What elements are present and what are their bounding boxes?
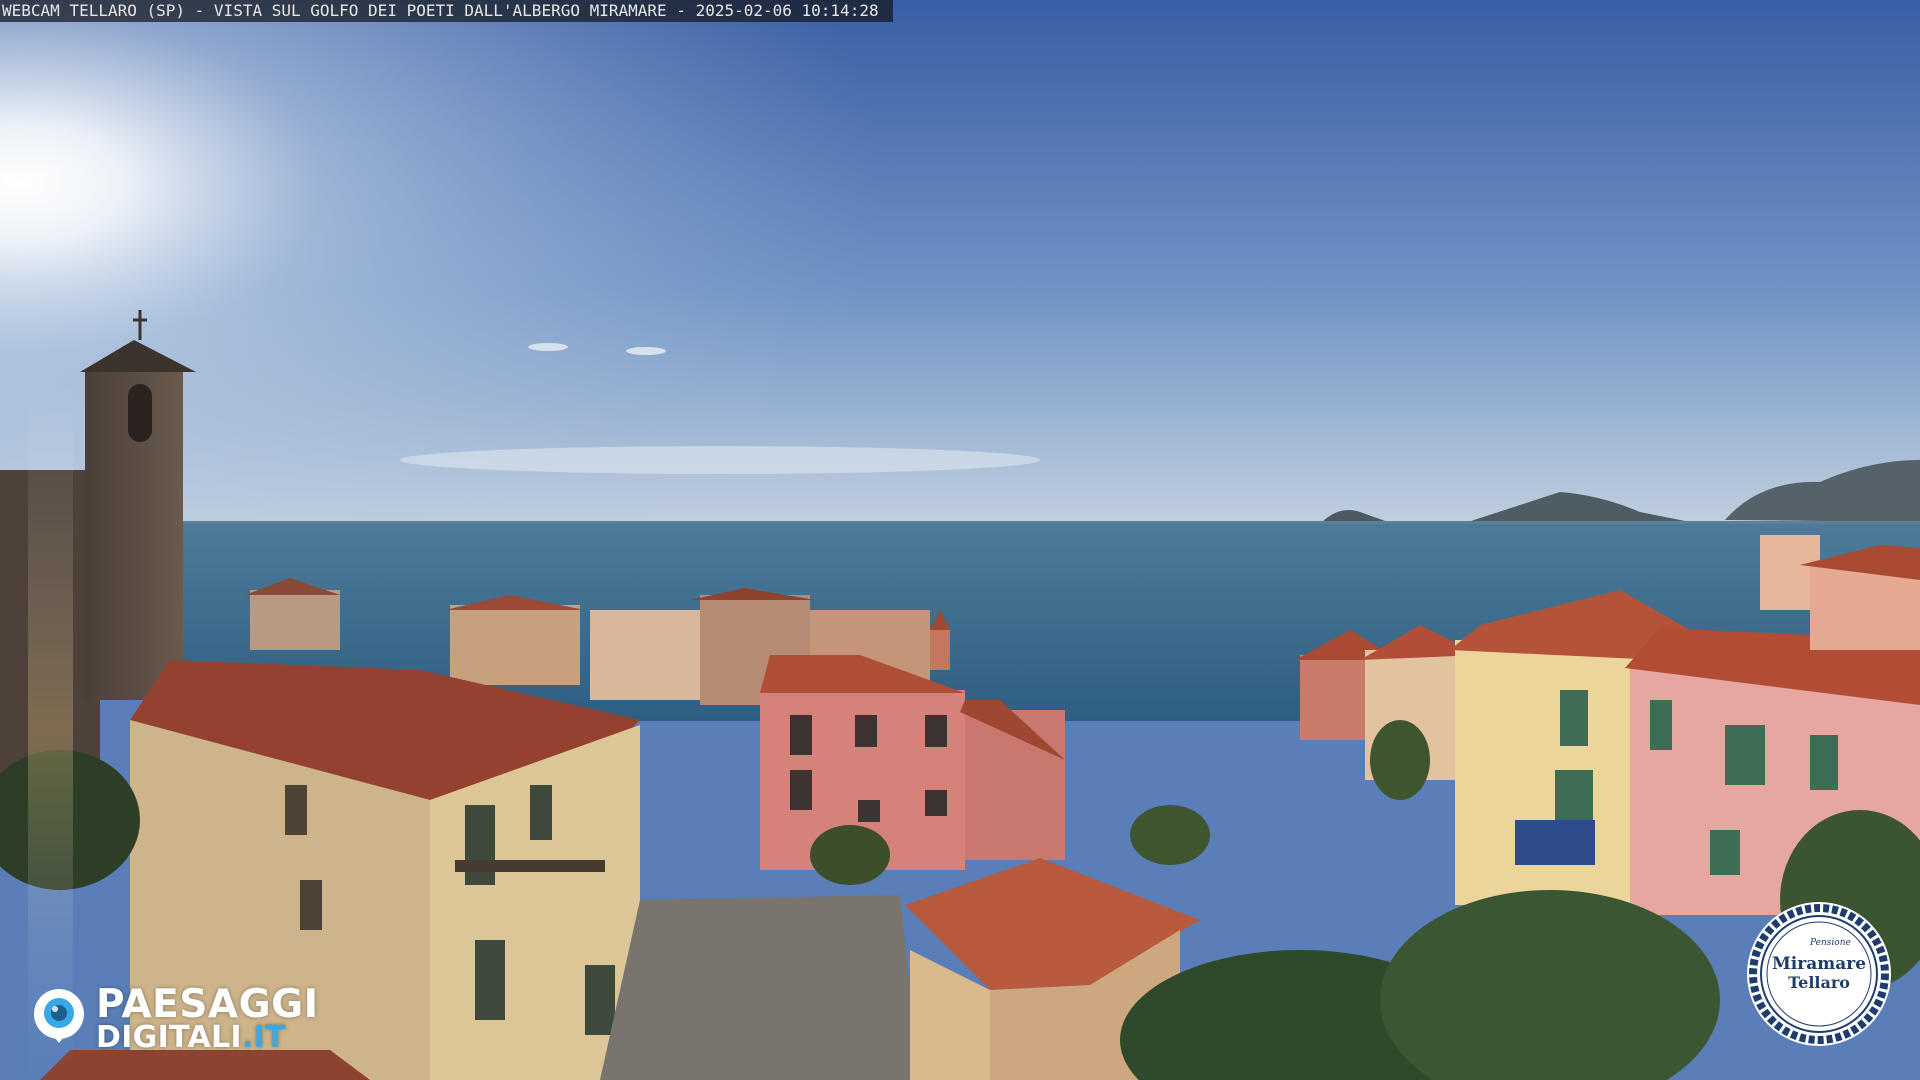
horizon-line — [180, 521, 1920, 524]
cloud — [528, 343, 568, 351]
brand-line2-main: DIGITALI — [96, 1020, 242, 1055]
seal-name: Miramare — [1771, 954, 1867, 974]
cloud — [626, 347, 666, 355]
brand-line2-tld: .IT — [241, 1020, 286, 1055]
webcam-caption: WEBCAM TELLARO (SP) - VISTA SUL GOLFO DE… — [0, 0, 893, 22]
seal-small-text: Pensione — [1810, 938, 1851, 948]
piazza — [600, 895, 920, 1080]
camera-lens-icon — [33, 989, 84, 1043]
cloud-band — [400, 446, 1040, 474]
lens-flare — [28, 380, 73, 1080]
brand-line2: DIGITALI.IT — [96, 1020, 286, 1055]
webcam-scene — [0, 0, 1920, 1080]
paesaggi-digitali-logo: PAESAGGI DIGITALI.IT — [28, 982, 348, 1055]
seal-place: Tellaro — [1788, 973, 1850, 992]
